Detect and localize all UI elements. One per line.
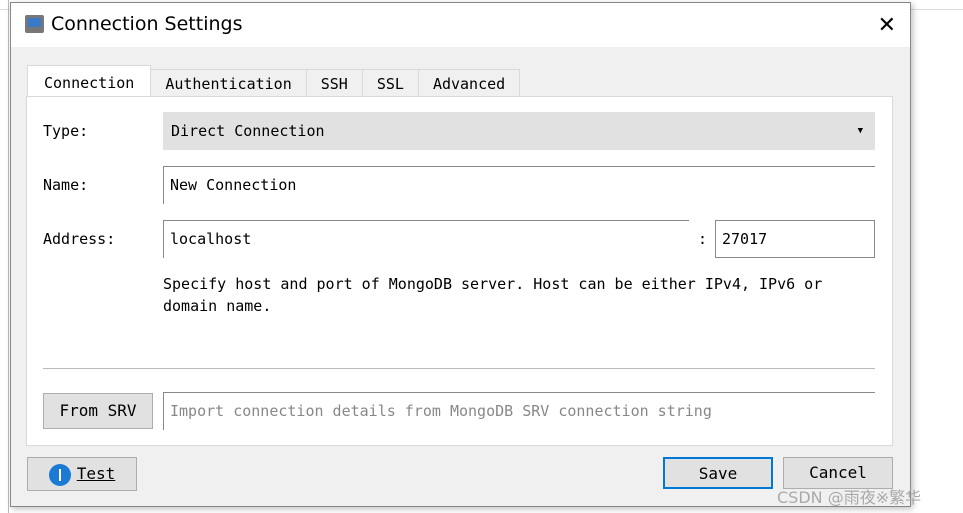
background-divider xyxy=(8,0,9,513)
name-input[interactable]: New Connection xyxy=(163,166,875,204)
tab-connection[interactable]: Connection xyxy=(27,65,152,99)
test-button[interactable]: Test xyxy=(27,457,137,491)
from-srv-button[interactable]: From SRV xyxy=(43,393,153,429)
host-input[interactable]: localhost xyxy=(163,220,689,258)
srv-input[interactable]: Import connection details from MongoDB S… xyxy=(163,392,875,430)
port-separator: : xyxy=(698,230,708,248)
info-icon xyxy=(48,463,71,486)
connection-settings-dialog: Connection Settings ✕ Connection Authent… xyxy=(10,2,911,507)
title-bar: Connection Settings ✕ xyxy=(11,3,910,47)
test-label: Test xyxy=(76,464,116,483)
tab-ssh[interactable]: SSH xyxy=(306,69,363,99)
close-icon[interactable]: ✕ xyxy=(878,13,896,38)
tab-authentication[interactable]: Authentication xyxy=(151,69,307,99)
tab-ssl[interactable]: SSL xyxy=(362,69,419,99)
computer-icon xyxy=(25,15,44,33)
dropdown-arrow-icon: ▼ xyxy=(857,126,863,136)
watermark: CSDN @雨夜※繁华 xyxy=(777,488,922,507)
tab-bar: Connection Authentication SSH SSL Advanc… xyxy=(27,65,521,99)
type-label: Type: xyxy=(43,122,89,140)
tab-advanced[interactable]: Advanced xyxy=(418,69,521,99)
connection-panel: Type: Direct Connection ▼ Name: New Conne… xyxy=(26,96,893,446)
type-value: Direct Connection xyxy=(171,122,325,140)
type-select[interactable]: Direct Connection ▼ xyxy=(163,112,875,150)
save-button[interactable]: Save xyxy=(663,457,773,489)
address-help-text: Specify host and port of MongoDB server.… xyxy=(163,275,823,315)
name-label: Name: xyxy=(43,176,89,194)
port-input[interactable]: 27017 xyxy=(715,220,875,258)
divider xyxy=(43,368,875,369)
dialog-title: Connection Settings xyxy=(51,13,243,35)
address-label: Address: xyxy=(43,230,116,248)
